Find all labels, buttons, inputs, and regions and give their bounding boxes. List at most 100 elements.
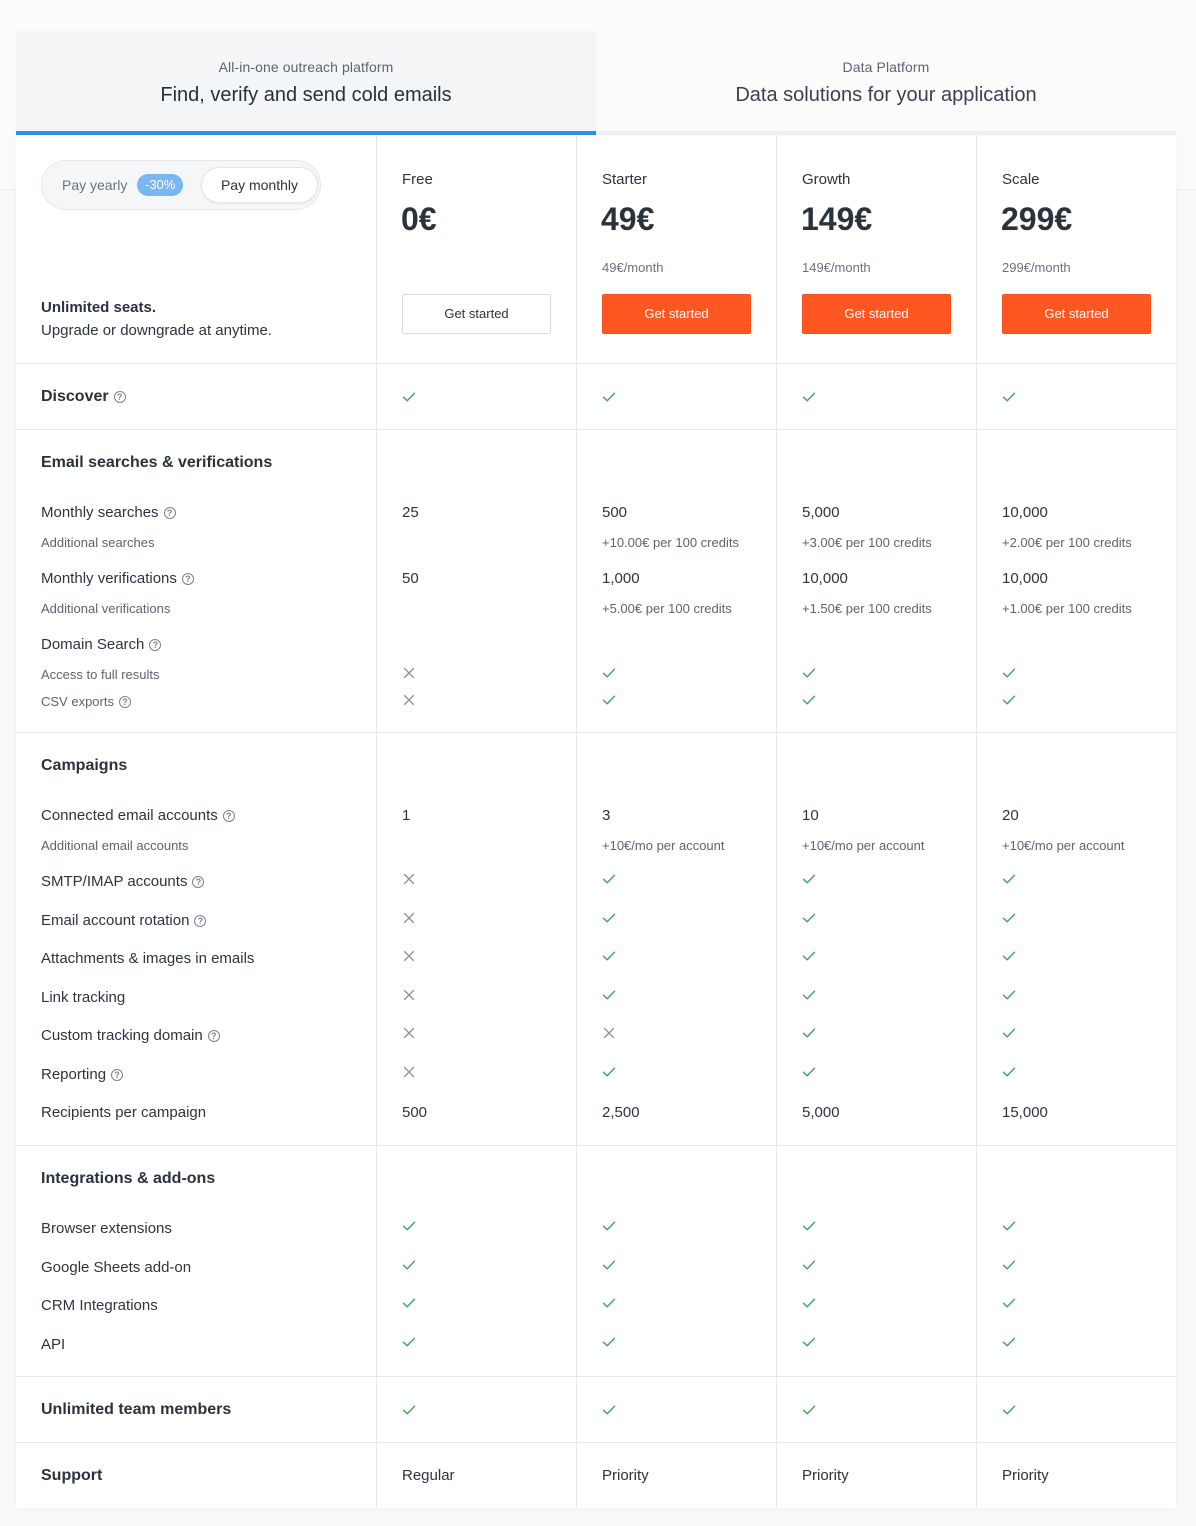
check-icon <box>1002 1026 1016 1040</box>
support-starter: Priority <box>576 1443 776 1508</box>
email-free: 25 50 <box>376 430 576 732</box>
check-icon <box>802 666 816 680</box>
browser-extensions-label: Browser extensions <box>41 1220 172 1237</box>
seats-note-text: Upgrade or downgrade at anytime. <box>41 322 272 339</box>
check-icon <box>1002 1065 1016 1079</box>
monthly-verifications-value: 10,000 <box>802 570 848 587</box>
check-icon <box>1002 949 1016 963</box>
help-icon[interactable]: ? <box>163 506 176 519</box>
check-icon <box>802 988 816 1002</box>
csv-exports-label: CSV exports? <box>41 694 131 709</box>
get-started-button-free[interactable]: Get started <box>402 294 551 334</box>
check-icon <box>402 1258 416 1272</box>
check-icon <box>402 1296 416 1310</box>
help-icon[interactable]: ? <box>222 809 235 822</box>
pay-monthly-option[interactable]: Pay monthly <box>201 167 318 203</box>
cross-icon <box>402 988 416 1002</box>
cross-icon <box>602 1026 616 1040</box>
check-icon <box>802 693 816 707</box>
tab-subtitle: Data Platform <box>842 59 930 75</box>
help-icon[interactable]: ? <box>111 1068 124 1081</box>
check-icon <box>1002 1219 1016 1233</box>
check-icon <box>602 911 616 925</box>
pay-yearly-option[interactable]: Pay yearly <box>62 177 127 193</box>
pricing-table: Pay yearly -30% Pay monthly Unlimited se… <box>16 135 1176 1508</box>
pricing-container: All-in-one outreach platform Find, verif… <box>16 31 1176 1508</box>
plan-name: Growth <box>802 171 851 188</box>
monthly-searches-value: 25 <box>402 504 419 521</box>
get-started-button-growth[interactable]: Get started <box>802 294 951 334</box>
campaigns-scale: 20 +10€/mo per account 15,000 <box>976 733 1176 1145</box>
check-icon <box>602 949 616 963</box>
check-icon <box>602 1258 616 1272</box>
help-icon[interactable]: ? <box>207 1029 220 1042</box>
cross-icon <box>402 1065 416 1079</box>
attachments-label: Attachments & images in emails <box>41 950 255 967</box>
check-icon <box>402 1219 416 1233</box>
tab-data-platform[interactable]: Data Platform Data solutions for your ap… <box>596 31 1176 135</box>
recipients-value: 500 <box>402 1104 428 1121</box>
cross-icon <box>402 693 416 707</box>
tab-outreach-platform[interactable]: All-in-one outreach platform Find, verif… <box>16 31 596 135</box>
support-label: Support <box>41 1466 103 1484</box>
discover-label: Discover <box>41 387 109 405</box>
plan-name: Starter <box>602 171 648 188</box>
check-icon <box>802 1219 816 1233</box>
monthly-verifications-value: 10,000 <box>1002 570 1048 587</box>
plan-name: Scale <box>1002 171 1040 188</box>
get-started-button-scale[interactable]: Get started <box>1002 294 1151 334</box>
check-icon <box>802 1403 816 1417</box>
additional-verifications-label: Additional verifications <box>41 601 171 616</box>
additional-accounts-value: +10€/mo per account <box>1002 838 1125 853</box>
plan-per-month: 149€/month <box>802 260 871 275</box>
check-icon <box>602 1335 616 1349</box>
email-section: Email searches & verifications Monthly s… <box>16 430 1176 733</box>
plan-name: Free <box>402 171 433 188</box>
campaigns-labels: Campaigns Connected email accounts? Addi… <box>16 733 376 1145</box>
cross-icon <box>402 949 416 963</box>
help-icon[interactable]: ? <box>194 914 207 927</box>
additional-searches-value: +2.00€ per 100 credits <box>1002 535 1132 550</box>
help-icon[interactable]: ? <box>118 695 131 708</box>
check-icon <box>1002 1335 1016 1349</box>
support-value: Priority <box>1002 1467 1049 1484</box>
email-labels: Email searches & verifications Monthly s… <box>16 430 376 732</box>
plan-scale: Scale 299€ 299€/month Get started <box>976 135 1176 363</box>
domain-search-text: Domain Search <box>41 636 145 653</box>
recipients-value: 15,000 <box>1002 1104 1048 1121</box>
team-starter <box>576 1377 776 1442</box>
cross-icon <box>402 872 416 886</box>
monthly-searches-label: Monthly searches? <box>41 504 176 521</box>
check-icon <box>602 1296 616 1310</box>
additional-accounts-value: +10€/mo per account <box>602 838 725 853</box>
full-results-label: Access to full results <box>41 667 160 682</box>
cross-icon <box>402 1026 416 1040</box>
tab-subtitle: All-in-one outreach platform <box>218 59 394 75</box>
connected-accounts-text: Connected email accounts <box>41 807 218 824</box>
help-icon[interactable]: ? <box>113 390 126 403</box>
plan-per-month: 49€/month <box>602 260 664 275</box>
connected-accounts-value: 3 <box>602 807 611 824</box>
team-growth <box>776 1377 976 1442</box>
additional-searches-value: +3.00€ per 100 credits <box>802 535 932 550</box>
get-started-button-starter[interactable]: Get started <box>602 294 751 334</box>
check-icon <box>1002 693 1016 707</box>
help-icon[interactable]: ? <box>192 875 205 888</box>
seats-note-bold: Unlimited seats. <box>41 299 157 316</box>
help-icon[interactable]: ? <box>149 638 162 651</box>
monthly-searches-value: 5,000 <box>802 504 840 521</box>
connected-accounts-value: 20 <box>1002 807 1019 824</box>
additional-verifications-value: +5.00€ per 100 credits <box>602 601 732 616</box>
check-icon <box>1002 1403 1016 1417</box>
tab-title: Data solutions for your application <box>735 84 1037 106</box>
check-icon <box>1002 872 1016 886</box>
product-tabs: All-in-one outreach platform Find, verif… <box>16 31 1176 135</box>
team-row: Unlimited team members <box>16 1377 1176 1443</box>
monthly-searches-text: Monthly searches <box>41 504 159 521</box>
help-icon[interactable]: ? <box>181 572 194 585</box>
check-icon <box>602 1219 616 1233</box>
reporting-text: Reporting <box>41 1066 107 1083</box>
monthly-verifications-value: 50 <box>402 570 419 587</box>
email-starter: 500 +10.00€ per 100 credits 1,000 +5.00€… <box>576 430 776 732</box>
check-icon <box>602 988 616 1002</box>
